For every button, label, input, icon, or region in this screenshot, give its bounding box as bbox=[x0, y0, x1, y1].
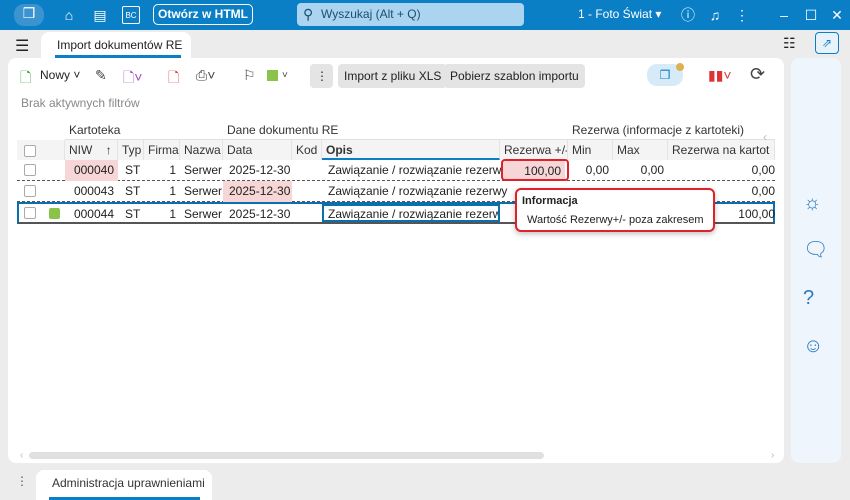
cell-firma: 1 bbox=[169, 184, 176, 198]
cell-firma: 1 bbox=[169, 207, 176, 221]
chevron-down-icon[interactable]: ˅ bbox=[282, 70, 288, 81]
cell-data: 2025-12-30 bbox=[229, 207, 291, 221]
search-input[interactable]: ⚲ Wyszukaj (Alt + Q) bbox=[297, 3, 524, 26]
chat-icon[interactable]: 🗨 bbox=[803, 237, 828, 262]
chart-icon[interactable]: ▮▮˅ bbox=[708, 67, 732, 84]
more-icon[interactable]: ⋮ bbox=[733, 6, 751, 24]
new-label: Nowy bbox=[40, 68, 71, 82]
group-header-dane: Dane dokumentu RE bbox=[223, 120, 568, 140]
refresh-icon[interactable]: ⟳ bbox=[750, 64, 765, 85]
list-settings-icon[interactable]: ☷ bbox=[783, 35, 796, 52]
bc-icon[interactable]: BC bbox=[122, 6, 140, 24]
col-typ[interactable]: Typ bbox=[118, 140, 144, 160]
col-rezerwa-kartoteka[interactable]: Rezerwa na kartot bbox=[668, 140, 775, 160]
color-marker-icon[interactable] bbox=[267, 70, 278, 81]
sort-asc-icon: ↑ bbox=[105, 143, 112, 157]
color-marker bbox=[49, 208, 60, 219]
group-header-rezerwa: Rezerwa (informacje z kartoteki) bbox=[568, 120, 775, 140]
col-label: NIW bbox=[69, 143, 93, 157]
cell-rezerwa-kartoteka: 0,00 bbox=[751, 163, 775, 177]
validation-tooltip: Informacja Wartość Rezerwy+/- poza zakre… bbox=[515, 188, 715, 232]
main-panel bbox=[8, 58, 784, 463]
cell-typ: ST bbox=[125, 207, 141, 221]
bell-icon[interactable]: ♫ bbox=[706, 6, 724, 24]
col-kod[interactable]: Kod bbox=[292, 140, 322, 160]
cell-niw: 000043 bbox=[73, 184, 114, 198]
row-checkbox[interactable] bbox=[24, 207, 36, 219]
help-icon[interactable]: ⓘ bbox=[679, 6, 697, 24]
support-icon[interactable]: ☺ bbox=[803, 335, 823, 358]
cell-niw: 000044 bbox=[73, 207, 114, 221]
app-logo-icon[interactable]: ❒ bbox=[14, 4, 44, 26]
col-nazwa[interactable]: Nazwa bbox=[180, 140, 223, 160]
col-max[interactable]: Max bbox=[613, 140, 668, 160]
cell-typ: ST bbox=[125, 163, 141, 177]
col-opis[interactable]: Opis bbox=[322, 140, 500, 160]
close-icon[interactable]: ✕ bbox=[828, 6, 846, 24]
document-list-icon[interactable]: ▤ bbox=[91, 6, 109, 24]
tab-import-dokumentow[interactable]: Import dokumentów RE bbox=[41, 32, 191, 58]
cell-opis-editing[interactable]: Zawiązanie / rozwiązanie rezerwy bbox=[322, 204, 500, 222]
search-placeholder: Wyszukaj (Alt + Q) bbox=[321, 7, 421, 21]
tab-label: Import dokumentów RE bbox=[57, 38, 183, 52]
cell-data: 2025-12-30 bbox=[229, 163, 291, 177]
flag-icon[interactable]: ⚐ bbox=[243, 67, 256, 84]
notification-dot bbox=[676, 63, 684, 71]
minimize-icon[interactable]: – bbox=[775, 6, 793, 24]
scroll-left-arrow[interactable]: ‹ bbox=[20, 450, 23, 461]
print-icon[interactable]: ⎙˅ bbox=[196, 67, 215, 84]
select-all-header[interactable] bbox=[17, 140, 65, 160]
home-icon[interactable]: ⌂ bbox=[60, 6, 78, 24]
company-label: 1 - Foto Świat bbox=[578, 7, 653, 21]
cell-data: 2025-12-30 bbox=[223, 181, 292, 202]
search-icon: ⚲ bbox=[303, 6, 314, 22]
cell-niw: 000040 bbox=[65, 160, 118, 181]
maximize-icon[interactable]: ☐ bbox=[802, 6, 820, 24]
cell-firma: 1 bbox=[169, 163, 176, 177]
import-xls-button[interactable]: Import z pliku XLS bbox=[338, 64, 448, 88]
cell-typ: ST bbox=[125, 184, 141, 198]
lightbulb-icon[interactable]: ☼ bbox=[803, 192, 821, 215]
cell-opis: Zawiązanie / rozwiązanie rezerwy bbox=[328, 163, 508, 177]
cell-opis: Zawiązanie / rozwiązanie rezerwy bbox=[328, 184, 508, 198]
select-all-checkbox[interactable] bbox=[24, 145, 36, 157]
group-header-kartoteka: Kartoteka bbox=[65, 120, 223, 140]
cell-max: 0,00 bbox=[640, 163, 664, 177]
cell-nazwa: Serwer bbox=[184, 184, 223, 198]
open-in-html-button[interactable]: Otwórz w HTML bbox=[153, 4, 253, 25]
delete-document-icon[interactable]: 🗋 bbox=[168, 67, 179, 91]
cell-nazwa: Serwer bbox=[184, 207, 223, 221]
col-rezerwa[interactable]: Rezerwa +/- bbox=[500, 140, 568, 160]
more-tabs-icon[interactable]: ⋮ bbox=[16, 474, 28, 488]
share-icon[interactable]: ⇗ bbox=[815, 32, 839, 54]
tab-label: Administracja uprawnieniami bbox=[52, 476, 205, 490]
col-min[interactable]: Min bbox=[568, 140, 613, 160]
more-actions-button[interactable]: ⋮ bbox=[310, 64, 333, 88]
col-data[interactable]: Data bbox=[223, 140, 292, 160]
error-highlight bbox=[501, 159, 569, 181]
row-checkbox[interactable] bbox=[24, 164, 36, 176]
col-niw[interactable]: NIW ↑ bbox=[65, 140, 118, 160]
info-document-icon[interactable]: 🗋˅ bbox=[123, 67, 142, 91]
cell-nazwa: Serwer bbox=[184, 163, 223, 177]
download-template-button[interactable]: Pobierz szablon importu bbox=[444, 64, 585, 88]
cell-min: 0,00 bbox=[585, 163, 609, 177]
new-document-icon[interactable]: 🗋 bbox=[20, 67, 31, 91]
col-firma[interactable]: Firma bbox=[144, 140, 180, 160]
title-bar: ❒ ⌂ ▤ BC Otwórz w HTML ⚲ Wyszukaj (Alt + … bbox=[0, 0, 850, 30]
hamburger-menu-icon[interactable]: ☰ bbox=[15, 36, 29, 56]
tooltip-message: Wartość Rezerwy+/- poza zakresem bbox=[527, 214, 704, 226]
new-button[interactable]: Nowy ˅ bbox=[40, 68, 80, 82]
horizontal-scrollbar[interactable] bbox=[29, 452, 544, 459]
scroll-right-arrow[interactable]: › bbox=[771, 450, 774, 461]
active-filters-label: Brak aktywnych filtrów bbox=[21, 96, 140, 110]
table-row[interactable]: 000040 ST 1 Serwer 2025-12-30 Zawiązanie… bbox=[17, 160, 775, 181]
tab-administracja[interactable]: Administracja uprawnieniami bbox=[36, 470, 212, 500]
edit-icon[interactable]: ✎ bbox=[95, 67, 107, 84]
company-selector[interactable]: 1 - Foto Świat ▾ bbox=[578, 7, 661, 21]
row-checkbox[interactable] bbox=[24, 185, 36, 197]
scroll-left-icon[interactable]: ‹ bbox=[763, 130, 767, 144]
help-chat-icon[interactable]: ? bbox=[803, 287, 814, 310]
tooltip-title: Informacja bbox=[522, 195, 578, 207]
